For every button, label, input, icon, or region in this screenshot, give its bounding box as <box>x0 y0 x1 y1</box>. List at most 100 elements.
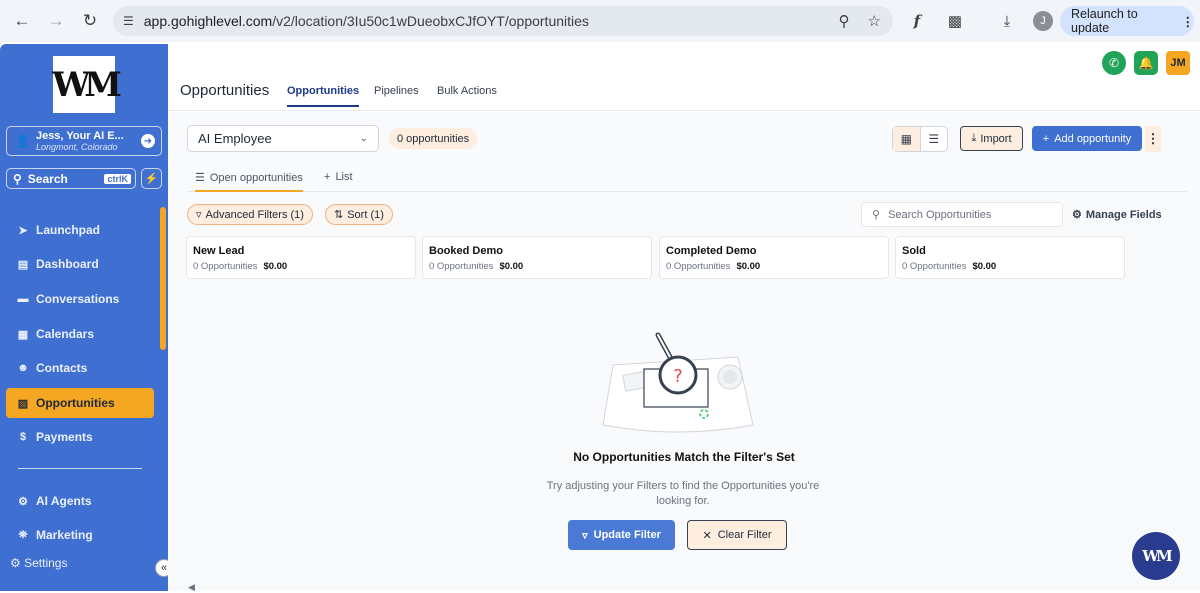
subtab-list[interactable]: + List <box>324 171 353 183</box>
url-path: /v2/location/3Iu50c1wDueobxCJfOYT/opport… <box>272 13 589 29</box>
empty-state-title: No Opportunities Match the Filter's Set <box>573 450 795 464</box>
reload-icon[interactable]: ↻ <box>76 7 104 35</box>
stage-name: Booked Demo <box>429 245 503 257</box>
plus-icon: + <box>1042 132 1050 145</box>
advanced-filters-button[interactable]: ▿ Advanced Filters (1) <box>187 204 313 225</box>
subtab-label: List <box>335 171 353 183</box>
import-button[interactable]: ⤓ Import <box>960 126 1023 151</box>
add-opportunity-label: Add opportunity <box>1054 132 1132 145</box>
stage-amount: $0.00 <box>972 261 997 272</box>
search-icon: ⚲ <box>872 209 881 221</box>
zoom-icon[interactable]: ⚲ <box>839 12 850 30</box>
more-vert-icon: ⋮ <box>1181 14 1195 29</box>
cart-icon: ⛯ <box>18 528 28 541</box>
filter-icon: ▿ <box>196 209 202 221</box>
notification-bell-icon[interactable]: 🔔 <box>1134 51 1158 75</box>
import-label: Import <box>980 132 1012 145</box>
sidebar-item-dashboard[interactable]: ▤ Dashboard <box>6 249 154 279</box>
sidebar-item-label: Dashboard <box>36 257 99 271</box>
sidebar-scrollbar[interactable] <box>160 207 166 350</box>
sidebar-divider <box>18 468 142 469</box>
sidebar-search[interactable]: ⚲ Search ctrlK <box>6 168 136 189</box>
stage-amount: $0.00 <box>263 261 288 272</box>
sidebar-item-label: AI Agents <box>36 494 92 508</box>
sidebar-item-calendars[interactable]: ▦ Calendars <box>6 319 154 349</box>
phone-icon[interactable]: ✆ <box>1102 51 1126 75</box>
update-filter-label: Update Filter <box>593 529 661 541</box>
address-bar[interactable]: ☰ app.gohighlevel.com/v2/location/3Iu50c… <box>113 6 893 36</box>
stage-amount: $0.00 <box>499 261 524 272</box>
list-view-icon[interactable]: ☰ <box>921 127 948 151</box>
page-title: Opportunities <box>180 82 270 99</box>
extension-f-icon[interactable]: f <box>905 9 929 33</box>
download-icon[interactable]: ⤓ <box>995 9 1019 33</box>
add-opportunity-button[interactable]: + Add opportunity <box>1032 126 1142 151</box>
sidebar-item-label: Calendars <box>36 327 95 341</box>
opportunities-board: AI Employee ⌄ 0 opportunities ▦ ☰ ⤓ Impo… <box>168 112 1200 593</box>
account-switcher[interactable]: 👤 Jess, Your AI E... Longmont, Colorado … <box>6 126 162 156</box>
relaunch-button[interactable]: Relaunch to update ⋮ <box>1060 6 1194 36</box>
account-name: Jess, Your AI E... <box>35 130 124 142</box>
plus-icon: + <box>324 171 331 183</box>
empty-state-description: Try adjusting your Filters to find the O… <box>546 480 820 507</box>
sidebar-item-ai-agents[interactable]: ⚙ AI Agents <box>6 486 154 516</box>
sidebar-item-label: Payments <box>36 430 93 444</box>
page-header: Opportunities Opportunities Pipelines Bu… <box>168 76 1200 111</box>
stage-column-completed-demo: Completed Demo 0 Opportunities $0.00 <box>659 236 889 279</box>
search-opportunities-input[interactable]: ⚲ Search Opportunities <box>861 202 1063 227</box>
grid-view-icon[interactable]: ▦ <box>893 127 921 151</box>
sort-icon: ⇅ <box>334 209 344 221</box>
tab-bulk-actions[interactable]: Bulk Actions <box>437 85 497 97</box>
robot-icon: ⚙ <box>18 495 28 508</box>
gear-icon: ⚙ <box>1072 209 1082 221</box>
search-placeholder: Search Opportunities <box>888 208 992 221</box>
url-host: app.gohighlevel.com <box>143 13 273 29</box>
sidebar-item-conversations[interactable]: ▬ Conversations <box>6 284 154 314</box>
search-icon: ⚲ <box>13 171 22 186</box>
chat-widget-button[interactable]: WM <box>1132 532 1180 580</box>
chat-icon: ▬ <box>17 293 29 305</box>
site-info-icon[interactable]: ☰ <box>123 14 134 28</box>
forward-icon[interactable]: → <box>42 7 70 35</box>
sidebar-item-launchpad[interactable]: ➤ Launchpad <box>6 215 154 245</box>
profile-avatar[interactable]: J <box>1033 11 1053 31</box>
sidebar-item-label: Launchpad <box>36 223 101 237</box>
bookmark-star-icon[interactable]: ☆ <box>868 12 881 30</box>
sidebar-item-settings[interactable]: ⚙ Settings <box>10 556 67 570</box>
company-logo[interactable]: WM <box>52 56 122 113</box>
tab-pipelines[interactable]: Pipelines <box>374 85 419 97</box>
clear-filter-label: Clear Filter <box>717 529 772 541</box>
back-icon[interactable]: ← <box>8 7 36 35</box>
filter-icon: ▿ <box>582 529 588 542</box>
stage-count: 0 Opportunities <box>902 261 967 272</box>
stage-amount: $0.00 <box>736 261 761 272</box>
svg-text:?: ? <box>673 366 683 387</box>
sidebar-item-marketing[interactable]: ⛯ Marketing <box>6 520 154 550</box>
sidebar-item-contacts[interactable]: ☻ Contacts <box>6 353 154 383</box>
person-icon: 👤 <box>15 134 30 148</box>
pipeline-select-value: AI Employee <box>198 131 272 146</box>
search-label: Search <box>27 171 68 186</box>
sort-label: Sort (1) <box>347 208 384 221</box>
view-subtabs: ☰ Open opportunities + List <box>187 167 1187 192</box>
pipeline-select[interactable]: AI Employee ⌄ <box>187 125 379 152</box>
update-filter-button[interactable]: ▿ Update Filter <box>568 520 675 550</box>
account-location: Longmont, Colorado <box>35 142 118 152</box>
sidebar: WM 👤 Jess, Your AI E... Longmont, Colora… <box>0 44 173 591</box>
stage-column-new-lead: New Lead 0 Opportunities $0.00 <box>186 236 416 279</box>
clear-filter-button[interactable]: ✕ Clear Filter <box>687 520 787 550</box>
scroll-left-icon[interactable]: ◀ <box>188 582 195 593</box>
user-avatar[interactable]: JM <box>1166 51 1190 75</box>
manage-fields-button[interactable]: ⚙ Manage Fields <box>1072 208 1162 222</box>
sidebar-item-payments[interactable]: $ Payments <box>6 422 154 452</box>
subtab-open-opportunities[interactable]: ☰ Open opportunities <box>195 171 303 192</box>
stage-name: New Lead <box>193 245 245 257</box>
stage-count: 0 Opportunities <box>193 261 258 272</box>
tab-opportunities[interactable]: Opportunities <box>287 85 360 107</box>
sort-button[interactable]: ⇅ Sort (1) <box>325 204 393 225</box>
stage-column-booked-demo: Booked Demo 0 Opportunities $0.00 <box>422 236 652 279</box>
quick-actions-bolt-icon[interactable]: ⚡ <box>141 168 162 189</box>
sidebar-item-opportunities[interactable]: ▨ Opportunities <box>6 388 154 418</box>
extensions-puzzle-icon[interactable]: ▩ <box>943 9 967 33</box>
more-options-icon[interactable]: ⋮ <box>1145 126 1161 152</box>
